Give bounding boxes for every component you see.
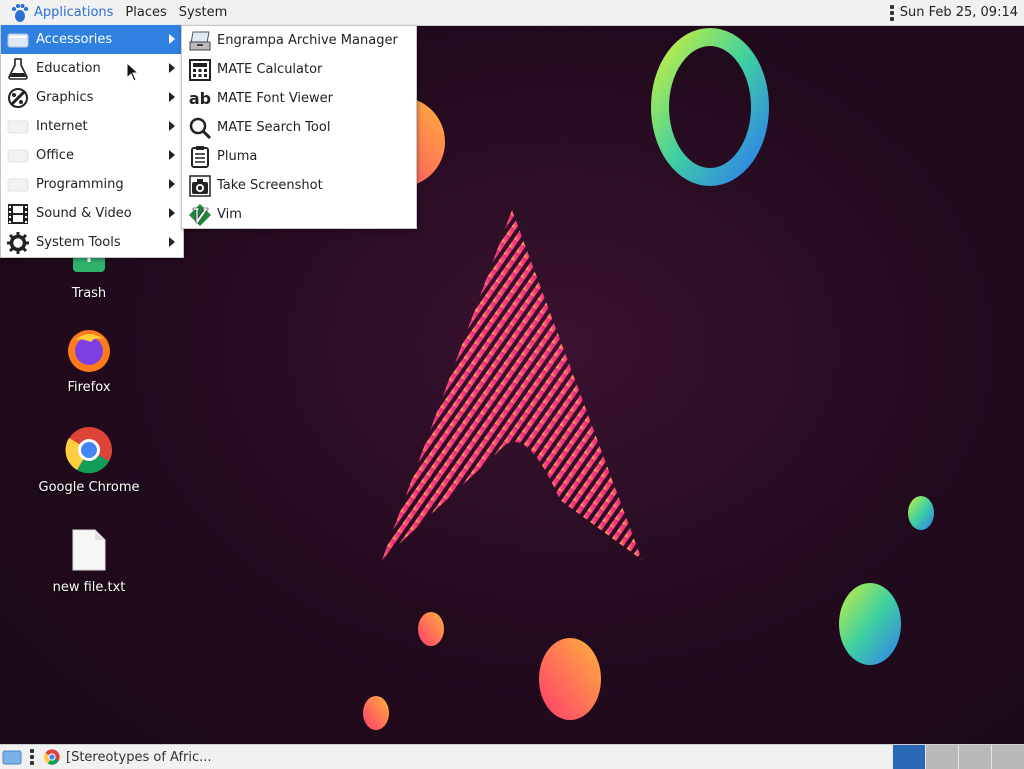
menu-item-label: Education: [36, 61, 101, 76]
accessories-submenu: Engrampa Archive Manager MATE Calculator…: [181, 25, 417, 229]
firefox-icon: [65, 326, 113, 374]
menu-item-label: Accessories: [36, 32, 113, 47]
menu-item-graphics[interactable]: Graphics: [1, 83, 183, 112]
submenu-arrow-icon: [169, 63, 175, 73]
graphics-icon: [7, 87, 29, 109]
submenu-item-font-viewer[interactable]: ab MATE Font Viewer: [182, 84, 416, 113]
desktop-icon-chrome[interactable]: Google Chrome: [29, 426, 149, 495]
places-menu[interactable]: Places: [119, 0, 172, 25]
office-icon: [7, 145, 29, 167]
mate-foot-icon: [10, 3, 30, 23]
wallpaper-dot: [539, 638, 601, 720]
submenu-item-label: MATE Calculator: [217, 62, 323, 77]
menu-item-label: Sound & Video: [36, 206, 132, 221]
menu-item-label: Office: [36, 148, 74, 163]
desktop-icon-label: Google Chrome: [38, 480, 140, 495]
menu-item-label: Graphics: [36, 90, 94, 105]
submenu-item-label: Take Screenshot: [217, 178, 323, 193]
wallpaper-arch-logo: [382, 210, 642, 560]
film-icon: [7, 203, 29, 225]
drag-handle-icon[interactable]: [889, 4, 894, 21]
wallpaper-dot: [418, 612, 444, 646]
flask-icon: [7, 57, 29, 80]
submenu-item-label: MATE Search Tool: [217, 120, 331, 135]
system-label: System: [178, 5, 228, 20]
menu-item-system-tools[interactable]: System Tools: [1, 228, 183, 257]
desktop-icon-firefox[interactable]: Firefox: [29, 326, 149, 395]
desktop-icon-label: Firefox: [67, 380, 111, 395]
archive-icon: [188, 29, 212, 53]
vim-icon: [188, 203, 212, 227]
menu-item-programming[interactable]: Programming: [1, 170, 183, 199]
applications-dropdown: Accessories Education Graphics Internet …: [0, 25, 184, 258]
clock-applet[interactable]: Sun Feb 25, 09:14: [889, 4, 1024, 21]
desktop-icon-new-file[interactable]: new file.txt: [29, 526, 149, 595]
magnifier-icon: [188, 116, 212, 140]
programming-icon: [7, 174, 29, 196]
font-icon: ab: [188, 87, 212, 111]
menu-item-education[interactable]: Education: [1, 54, 183, 83]
submenu-arrow-icon: [169, 237, 175, 247]
submenu-arrow-icon: [169, 150, 175, 160]
chrome-icon: [44, 749, 60, 765]
submenu-arrow-icon: [169, 179, 175, 189]
submenu-item-vim[interactable]: Vim: [182, 200, 416, 229]
top-panel: Applications Places System Sun Feb 25, 0…: [0, 0, 1024, 26]
menu-item-sound-video[interactable]: Sound & Video: [1, 199, 183, 228]
submenu-item-calculator[interactable]: MATE Calculator: [182, 55, 416, 84]
wallpaper-ring: [651, 28, 769, 186]
calculator-icon: [188, 58, 212, 82]
workspace-1[interactable]: [892, 745, 925, 769]
desktop-icon-label: Trash: [71, 286, 107, 301]
camera-icon: [188, 174, 212, 198]
system-menu[interactable]: System: [173, 0, 233, 25]
mouse-cursor-icon: [126, 62, 140, 82]
submenu-arrow-icon: [169, 208, 175, 218]
drag-handle-icon[interactable]: [30, 749, 34, 765]
menu-item-office[interactable]: Office: [1, 141, 183, 170]
accessories-icon: [7, 29, 29, 51]
submenu-item-label: Pluma: [217, 149, 258, 164]
desktop-icon-label: new file.txt: [52, 580, 126, 595]
applications-label: Applications: [34, 5, 114, 20]
menu-item-label: System Tools: [36, 235, 121, 250]
menu-item-label: Programming: [36, 177, 124, 192]
workspace-2[interactable]: [925, 745, 958, 769]
text-file-icon: [65, 526, 113, 574]
submenu-item-label: MATE Font Viewer: [217, 91, 334, 106]
taskbar-window-title: [Stereotypes of Afric...: [66, 749, 212, 765]
applications-menu[interactable]: Applications: [0, 0, 119, 25]
submenu-item-label: Vim: [217, 207, 242, 222]
submenu-item-engrampa[interactable]: Engrampa Archive Manager: [182, 26, 416, 55]
submenu-arrow-icon: [169, 121, 175, 131]
menu-item-accessories[interactable]: Accessories: [1, 25, 183, 54]
bottom-panel: [Stereotypes of Afric...: [0, 744, 1024, 769]
workspace-4[interactable]: [991, 745, 1024, 769]
submenu-item-label: Engrampa Archive Manager: [217, 33, 398, 48]
wallpaper-dot: [363, 696, 389, 730]
places-label: Places: [125, 5, 167, 20]
submenu-arrow-icon: [169, 34, 175, 44]
menu-item-internet[interactable]: Internet: [1, 112, 183, 141]
wallpaper-dot: [839, 583, 901, 665]
submenu-item-pluma[interactable]: Pluma: [182, 142, 416, 171]
menu-item-label: Internet: [36, 119, 88, 134]
internet-icon: [7, 116, 29, 138]
taskbar-window-button[interactable]: [Stereotypes of Afric...: [40, 745, 216, 769]
workspace-switcher: [892, 745, 1024, 769]
gear-icon: [7, 231, 29, 254]
show-desktop-icon[interactable]: [2, 748, 22, 766]
clock-text: Sun Feb 25, 09:14: [899, 5, 1018, 20]
wallpaper-dot: [908, 496, 934, 530]
submenu-item-search-tool[interactable]: MATE Search Tool: [182, 113, 416, 142]
font-icon-text: ab: [188, 89, 212, 108]
chrome-icon: [65, 426, 113, 474]
text-editor-icon: [188, 145, 212, 169]
submenu-item-screenshot[interactable]: Take Screenshot: [182, 171, 416, 200]
workspace-3[interactable]: [958, 745, 991, 769]
submenu-arrow-icon: [169, 92, 175, 102]
